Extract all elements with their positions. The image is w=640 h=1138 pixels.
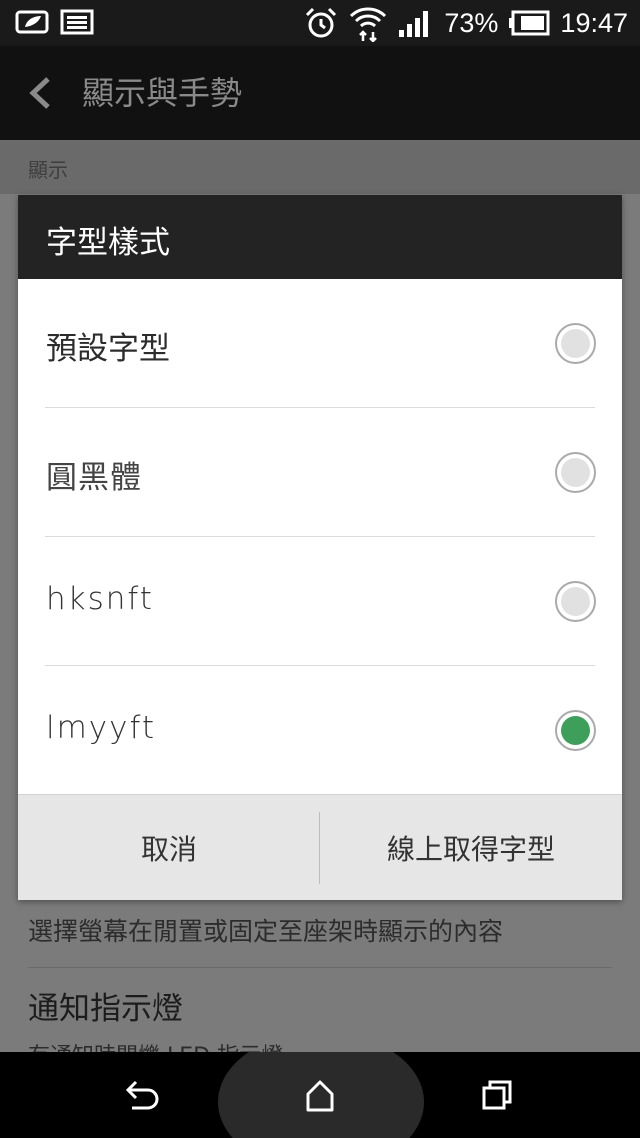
font-option-hksnft[interactable]: hksnft	[18, 537, 622, 666]
cancel-button[interactable]: 取消	[18, 795, 320, 901]
font-option-label: 預設字型	[46, 331, 170, 367]
font-option-label: lmyyft	[46, 710, 157, 746]
font-option-default[interactable]: 預設字型	[18, 279, 622, 408]
notification-light-title[interactable]: 通知指示燈	[28, 983, 183, 1028]
battery-icon	[509, 10, 550, 36]
status-bar: 73% 19:47	[0, 0, 640, 46]
font-option-lmyyft[interactable]: lmyyft	[18, 666, 622, 795]
section-header: 顯示	[0, 140, 640, 194]
action-bar: 顯示與手勢	[0, 46, 640, 140]
battery-percent: 73%	[444, 7, 499, 38]
back-icon[interactable]	[112, 1070, 172, 1120]
alarm-icon	[306, 7, 337, 38]
radio-button[interactable]	[555, 323, 596, 364]
recents-icon[interactable]	[468, 1070, 528, 1120]
page-title: 顯示與手勢	[82, 74, 243, 112]
navigation-bar	[0, 1052, 640, 1138]
home-icon[interactable]	[290, 1070, 350, 1120]
radio-button[interactable]	[555, 452, 596, 493]
font-option-label: 圓黑體	[46, 460, 142, 495]
font-option-label: hksnft	[46, 581, 154, 617]
dialog-title: 字型樣式	[46, 225, 170, 261]
section-header-label: 顯示	[28, 158, 68, 182]
font-style-dialog: 字型樣式 預設字型 圓黑體 hksnft lmyyft 取消 線上取得字型	[18, 195, 622, 900]
dialog-header: 字型樣式	[18, 195, 622, 279]
clock: 19:47	[560, 7, 628, 38]
get-fonts-online-button[interactable]: 線上取得字型	[320, 795, 622, 901]
radio-button-selected[interactable]	[555, 710, 596, 751]
image-icon	[60, 9, 94, 35]
chevron-left-icon[interactable]	[26, 76, 56, 110]
notification-mail-icon	[15, 10, 49, 34]
item-description: 選擇螢幕在閒置或固定至座架時顯示的內容	[28, 917, 504, 946]
wifi-icon	[350, 7, 387, 42]
radio-button[interactable]	[555, 581, 596, 622]
dialog-button-bar: 取消 線上取得字型	[18, 794, 622, 900]
signal-icon	[399, 11, 429, 37]
font-option-round-gothic[interactable]: 圓黑體	[18, 408, 622, 537]
divider	[28, 967, 612, 968]
